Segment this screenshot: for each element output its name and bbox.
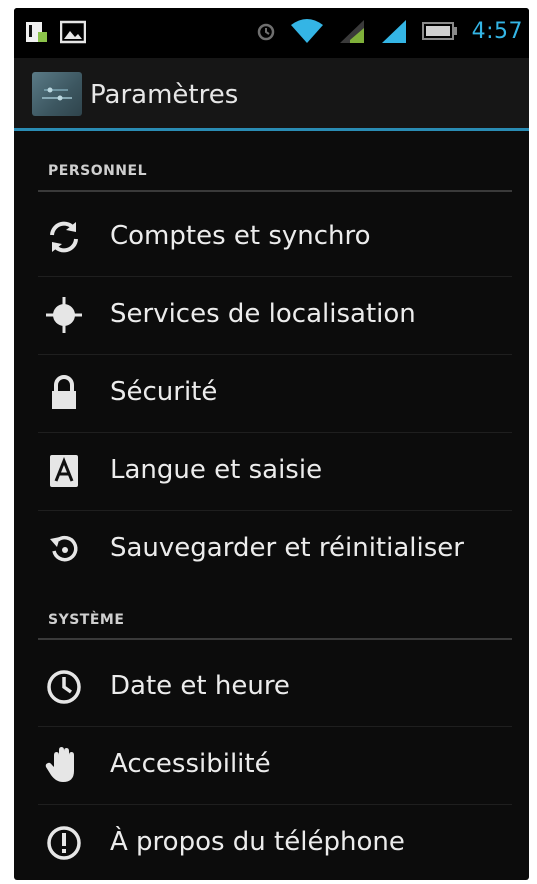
notification-icon bbox=[26, 22, 47, 42]
status-time: 4:57 bbox=[471, 18, 523, 44]
section-divider bbox=[38, 638, 512, 640]
section-divider bbox=[38, 190, 512, 192]
settings-item-accessibility[interactable]: Accessibilité bbox=[14, 726, 529, 804]
settings-item-accounts-sync[interactable]: Comptes et synchro bbox=[14, 198, 529, 276]
signal-icon bbox=[381, 20, 406, 43]
settings-item-label: Comptes et synchro bbox=[110, 221, 371, 251]
settings-item-label: Sauvegarder et réinitialiser bbox=[110, 533, 464, 563]
signal-icon bbox=[339, 20, 364, 43]
settings-sliders-icon bbox=[42, 87, 72, 101]
settings-item-label: Accessibilité bbox=[110, 749, 271, 779]
image-icon bbox=[60, 20, 86, 44]
settings-item-date-time[interactable]: Date et heure bbox=[14, 648, 529, 726]
settings-item-label: Langue et saisie bbox=[110, 455, 323, 485]
settings-item-about-phone[interactable]: À propos du téléphone bbox=[14, 804, 529, 880]
wifi-icon bbox=[290, 19, 323, 43]
sync-icon bbox=[50, 221, 78, 253]
section-header-system: SYSTÈME bbox=[48, 612, 125, 628]
settings-item-backup-reset[interactable]: Sauvegarder et réinitialiser bbox=[14, 510, 529, 588]
battery-icon bbox=[421, 22, 457, 40]
section-header-personnel: PERSONNEL bbox=[48, 163, 148, 179]
keyboard-language-icon bbox=[50, 455, 78, 487]
page-title: Paramètres bbox=[90, 80, 239, 110]
alarm-icon bbox=[257, 23, 274, 41]
settings-screen: 4:57 Paramètres PERSONNEL Comptes et syn… bbox=[14, 8, 529, 880]
settings-item-location[interactable]: Services de localisation bbox=[14, 276, 529, 354]
settings-item-security[interactable]: Sécurité bbox=[14, 354, 529, 432]
settings-item-label: Sécurité bbox=[110, 377, 218, 407]
location-icon bbox=[46, 297, 82, 333]
settings-item-language-input[interactable]: Langue et saisie bbox=[14, 432, 529, 510]
settings-app-icon[interactable] bbox=[32, 72, 82, 116]
settings-item-label: Date et heure bbox=[110, 671, 290, 701]
hand-icon bbox=[45, 747, 74, 782]
settings-item-label: À propos du téléphone bbox=[110, 827, 405, 857]
status-system: 4:57 bbox=[256, 18, 523, 44]
settings-item-label: Services de localisation bbox=[110, 299, 416, 329]
clock-icon bbox=[47, 670, 81, 704]
info-icon bbox=[47, 826, 81, 860]
status-bar: 4:57 bbox=[14, 8, 529, 58]
lock-icon bbox=[52, 375, 76, 409]
status-notifications bbox=[24, 20, 86, 44]
action-bar: Paramètres bbox=[14, 58, 529, 131]
backup-restore-icon bbox=[50, 535, 78, 562]
